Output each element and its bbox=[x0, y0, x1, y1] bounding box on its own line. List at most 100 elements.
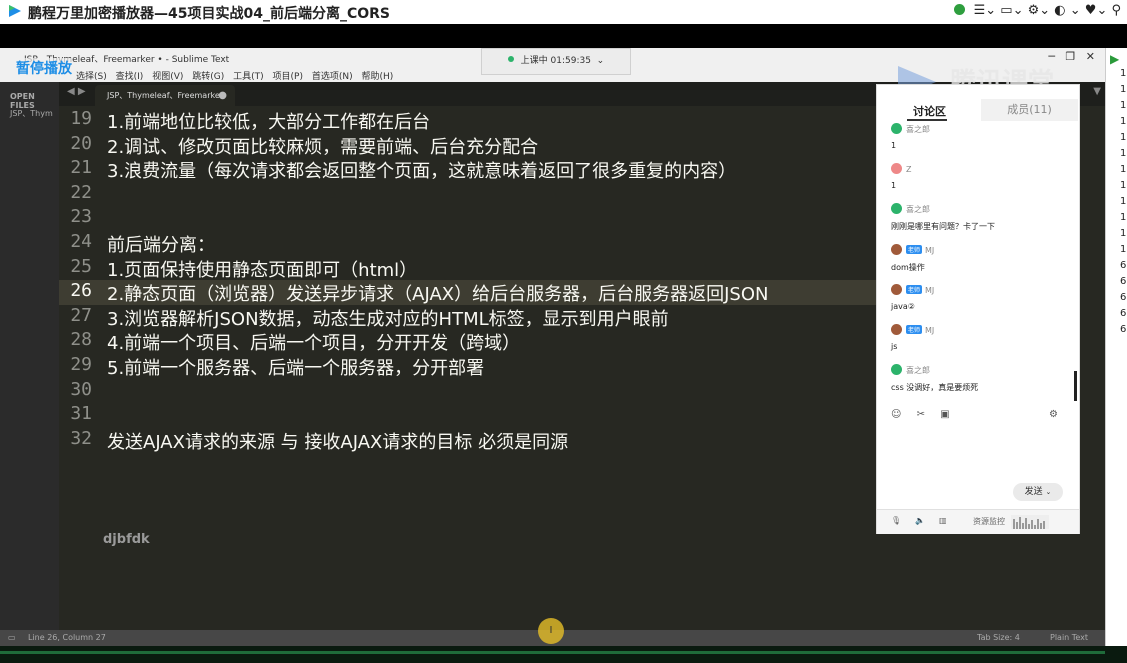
ruler-mark: 1 bbox=[1120, 180, 1127, 191]
avatar[interactable] bbox=[891, 203, 902, 215]
tab-size[interactable]: Tab Size: 4 bbox=[977, 633, 1020, 642]
ruler-mark: 6 bbox=[1120, 276, 1127, 287]
system-tray[interactable]: ☰⌄ ▭⌄ ⚙⌄ ◐ ⌄ ♥⌄ ⚲ bbox=[954, 3, 1121, 18]
chat-message-author[interactable]: 喜之郎 bbox=[891, 123, 930, 135]
send-label: 发送 bbox=[1024, 487, 1043, 497]
author-name: MJ bbox=[925, 326, 935, 335]
player-bottom-bar bbox=[0, 646, 1127, 663]
chat-message-text: java② bbox=[891, 301, 915, 311]
ruler-mark: 1 bbox=[1120, 228, 1127, 239]
line-text: 4.前端一个项目、后端一个项目，分开开发（跨域） bbox=[107, 333, 521, 355]
sidebar-file-item[interactable]: JSP、Thym bbox=[10, 108, 53, 119]
avatar[interactable] bbox=[891, 123, 902, 134]
window-controls[interactable]: ─ ❐ ✕ bbox=[1048, 50, 1095, 63]
playback-progress-bar[interactable] bbox=[0, 651, 1105, 654]
tab-dropdown-icon[interactable]: ▼ bbox=[1093, 86, 1101, 97]
menu-item-goto[interactable]: 跳转(G) bbox=[192, 72, 224, 82]
menu-item-help[interactable]: 帮助(H) bbox=[362, 72, 394, 82]
tab-active-file[interactable]: JSP、Thymeleaf、Freemarker ● bbox=[95, 85, 235, 106]
chat-message-author[interactable]: 喜之郎 bbox=[891, 364, 930, 376]
menu-item-view[interactable]: 视图(V) bbox=[152, 72, 183, 82]
chat-panel: 讨论区 成员(11) ☺ ✂ ▣ ⚙ 发送 ⌄ 🎙 🔈 ▥ 资源监控 喜之郎 1 Z bbox=[876, 84, 1080, 534]
menu-item-tools[interactable]: 工具(T) bbox=[233, 72, 264, 82]
chevron-down-icon: ⌄ bbox=[1045, 488, 1052, 496]
ruler-mark: 6 bbox=[1120, 324, 1127, 335]
menu-item-find[interactable]: 查找(I) bbox=[116, 72, 144, 82]
chat-settings-icon[interactable]: ⚙ bbox=[1049, 409, 1058, 420]
image-icon[interactable]: ▣ bbox=[940, 409, 949, 420]
teacher-badge: 老师 bbox=[906, 244, 923, 254]
tab-label: JSP、Thymeleaf、Freemarker bbox=[107, 91, 224, 100]
line-number: 25 bbox=[70, 255, 92, 277]
record-status-icon bbox=[954, 4, 966, 15]
ruler-mark: 1 bbox=[1120, 68, 1127, 79]
send-button[interactable]: 发送 ⌄ bbox=[1013, 483, 1063, 501]
line-text: 2.静态页面（浏览器）发送异步请求（AJAX）给后台服务器，后台服务器返回JSO… bbox=[107, 284, 769, 306]
tab-scroll-arrows[interactable]: ◀ ▶ bbox=[67, 86, 86, 97]
chat-message-author[interactable]: Z bbox=[891, 163, 911, 175]
signal-bars-icon[interactable]: ▥ bbox=[939, 516, 947, 525]
line-number: 19 bbox=[70, 108, 92, 129]
speaker-icon[interactable]: 🔈 bbox=[915, 516, 925, 525]
resource-monitor-label[interactable]: 资源监控 bbox=[973, 516, 1005, 527]
author-name: 喜之郎 bbox=[906, 366, 930, 376]
line-text: 1.前端地位比较低，大部分工作都在后台 bbox=[107, 112, 431, 133]
line-number: 29 bbox=[70, 354, 92, 375]
chevron-down-icon: ⌄ bbox=[593, 56, 605, 66]
editor-scrollbar[interactable] bbox=[1098, 106, 1105, 630]
right-ruler: ▶ 1 1 1 1 1 1 1 1 1 1 1 1 6 6 6 6 6 bbox=[1105, 48, 1127, 651]
line-text: 3.浏览器解析JSON数据，动态生成对应的HTML标签，显示到用户眼前 bbox=[107, 308, 669, 330]
menu-item-selection[interactable]: 选择(S) bbox=[76, 72, 107, 82]
avatar[interactable] bbox=[891, 243, 902, 255]
teacher-badge: 老师 bbox=[906, 325, 923, 334]
chat-scrollbar[interactable] bbox=[1074, 371, 1077, 401]
ruler-mark: 6 bbox=[1120, 260, 1127, 271]
teacher-badge: 老师 bbox=[906, 284, 923, 294]
tab-discussion[interactable]: 讨论区 bbox=[913, 103, 946, 119]
ruler-mark: 1 bbox=[1120, 116, 1127, 127]
scissors-icon[interactable]: ✂ bbox=[917, 409, 925, 420]
avatar[interactable] bbox=[891, 364, 902, 376]
ruler-mark: 1 bbox=[1120, 84, 1127, 95]
line-number: 30 bbox=[70, 378, 92, 400]
menu-item-project[interactable]: 项目(P) bbox=[273, 72, 303, 82]
line-number: 31 bbox=[70, 403, 92, 425]
line-number: 28 bbox=[70, 329, 92, 351]
ruler-mark: 1 bbox=[1120, 196, 1127, 207]
avatar[interactable] bbox=[891, 163, 902, 175]
tab-members[interactable]: 成员(11) bbox=[981, 99, 1078, 121]
chat-message-author[interactable]: 老师 MJ bbox=[891, 243, 934, 255]
unsaved-dot-icon[interactable]: ● bbox=[218, 85, 227, 106]
player-title: 鹏程万里加密播放器—45项目实战04_前后端分离_CORS bbox=[28, 6, 391, 22]
tray-icons[interactable]: ☰⌄ ▭⌄ ⚙⌄ ◐ ⌄ ♥⌄ ⚲ bbox=[974, 3, 1121, 18]
chat-message-author[interactable]: 老师 MJ bbox=[891, 283, 935, 295]
chat-bottom-bar: 🎙 🔈 ▥ 资源监控 bbox=[877, 509, 1079, 534]
active-tab-underline bbox=[907, 119, 947, 121]
chat-message-text: dom操作 bbox=[891, 262, 925, 272]
line-text: 前后端分离： bbox=[107, 235, 215, 256]
live-class-indicator[interactable]: 上课中 01:59:35 ⌄ bbox=[481, 48, 631, 75]
line-number: 20 bbox=[70, 132, 92, 154]
line-text: 1.页面保持使用静态页面即可（html） bbox=[107, 259, 418, 281]
doodle-text: djbfdk bbox=[103, 532, 150, 547]
avatar[interactable] bbox=[891, 324, 902, 335]
syntax-mode[interactable]: Plain Text bbox=[1050, 633, 1088, 642]
author-name: 喜之郎 bbox=[906, 125, 930, 134]
line-number: 26 bbox=[70, 280, 92, 302]
menu-item-preferences[interactable]: 首选项(N) bbox=[312, 72, 353, 82]
microphone-icon[interactable]: 🎙 bbox=[891, 516, 901, 525]
pause-playback-button[interactable]: 暂停播放 bbox=[16, 58, 72, 78]
line-text: 3.浪费流量（每次请求都会返回整个页面，这就意味着返回了很多重复的内容） bbox=[107, 161, 737, 183]
chat-message-author[interactable]: 喜之郎 bbox=[891, 203, 930, 215]
console-icon[interactable]: ▭ bbox=[8, 633, 16, 642]
chat-toolbar: ☺ ✂ ▣ bbox=[891, 409, 962, 420]
live-class-timer: 上课中 01:59:35 bbox=[520, 56, 591, 66]
ruler-mark: 1 bbox=[1120, 132, 1127, 143]
author-name: MJ bbox=[925, 285, 935, 295]
chat-message-text: 1 bbox=[891, 141, 897, 150]
play-icon[interactable]: ▶ bbox=[1110, 52, 1119, 66]
avatar[interactable] bbox=[891, 283, 902, 295]
chat-message-author[interactable]: 老师 MJ bbox=[891, 324, 934, 335]
emoji-icon[interactable]: ☺ bbox=[891, 409, 901, 420]
resource-monitor-graph-icon bbox=[1011, 515, 1049, 529]
